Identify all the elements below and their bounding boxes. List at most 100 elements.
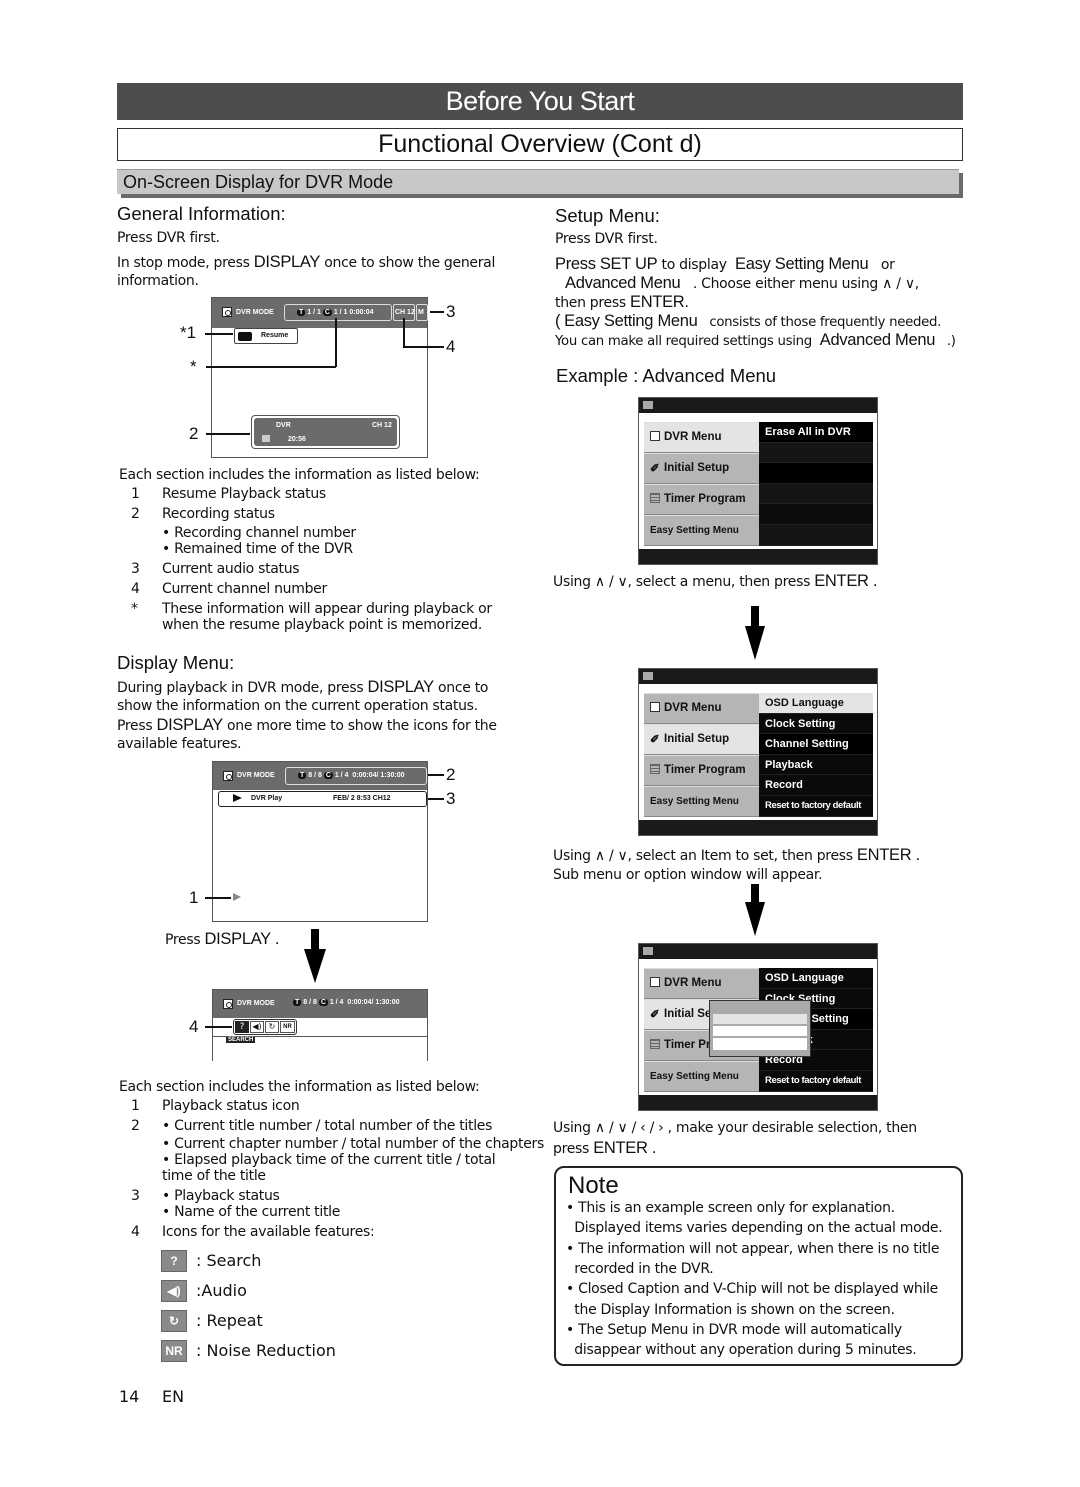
submenu-item-reset-factory[interactable]: Reset to factory default xyxy=(759,796,873,817)
option-item[interactable] xyxy=(713,1038,807,1050)
label: Easy Setting Menu xyxy=(650,1071,739,1082)
general-info-step1: Press DVR first. xyxy=(117,230,220,246)
display-menu-p3: Press DISPLAY one more time to show the … xyxy=(117,716,497,736)
callout-line xyxy=(403,346,444,348)
key-display: DISPLAY xyxy=(367,678,434,696)
text: During playback in DVR mode, press xyxy=(117,680,364,696)
submenu-item-empty xyxy=(759,442,873,464)
osd-mode-label: DVR MODE xyxy=(237,1000,275,1007)
osd-top-bar: DVR MODE T 8 / 8 C 1 / 4 0:00:04/ 1:30:0… xyxy=(213,762,427,790)
step-make-selection-line2: press ENTER . xyxy=(553,1139,657,1159)
dvr-mode-icon xyxy=(223,999,233,1009)
list-item: Playback status icon xyxy=(162,1098,300,1114)
menu-bottom-bar xyxy=(639,820,877,835)
search-icon[interactable]: ? xyxy=(235,1021,249,1033)
display-menu-p1: During playback in DVR mode, press DISPL… xyxy=(117,678,488,698)
osd-title-info: T 8 / 8 C 1 / 4 0:00:04/ 1:30:00 xyxy=(293,999,400,1006)
note-bullet: Displayed items varies depending on the … xyxy=(566,1220,943,1237)
wrench-icon: ✐ xyxy=(650,1009,660,1021)
menu-item-easy-setting[interactable]: Easy Setting Menu xyxy=(644,1061,759,1092)
step-select-menu: Using ∧ / ∨, select a menu, then press E… xyxy=(553,572,878,592)
title-badge: T xyxy=(298,772,307,779)
menu-item-easy-setting[interactable]: Easy Setting Menu xyxy=(644,786,759,817)
title-chapter-time-box: T 8 / 8 C 1 / 4 0:00:04/ 1:30:00 xyxy=(285,767,427,785)
callout-2: 2 xyxy=(189,424,199,443)
menu-item-dvr-menu[interactable]: DVR Menu xyxy=(644,968,759,999)
setup-line4: ( Easy Setting Menu consists of those fr… xyxy=(555,312,941,332)
text: . Choose either menu using ∧ / ∨, xyxy=(692,276,919,292)
osd-top-bar: DVR MODE T 1 / 1 C 1 / 1 0:00:04 CH 12 M xyxy=(212,298,428,328)
submenu-item-channel-setting[interactable]: Channel Setting xyxy=(759,734,873,755)
key-display: DISPLAY . xyxy=(204,930,280,948)
submenu-item-osd-language[interactable]: OSD Language xyxy=(759,968,873,989)
submenu-item-osd-language[interactable]: OSD Language xyxy=(759,693,873,714)
submenu-item-erase-all[interactable]: Erase All in DVR xyxy=(759,422,873,443)
menu-item-timer-program[interactable]: Timer Program xyxy=(644,484,759,515)
option-item-selected[interactable] xyxy=(713,1014,807,1026)
setup-menu-screen-2: DVR Menu ✐ Initial Setup Timer Program Ea… xyxy=(638,668,878,836)
menu-item-initial-setup[interactable]: ✐ Initial Setup xyxy=(644,453,759,484)
list-item: These information will appear during pla… xyxy=(162,601,492,617)
search-label: SEARCH xyxy=(226,1037,256,1043)
menu-item-initial-setup[interactable]: ✐ Initial Setup xyxy=(644,724,759,755)
osd-audio: M xyxy=(418,309,424,316)
osd-mode-label: DVR MODE xyxy=(237,772,275,779)
submenu-item-clock-setting[interactable]: Clock Setting xyxy=(759,714,873,735)
rec-channel: CH 12 xyxy=(372,422,392,429)
note-bullet: recorded in the DVR. xyxy=(566,1260,714,1277)
rec-icon xyxy=(262,435,270,442)
repeat-icon[interactable]: ↻ xyxy=(265,1021,279,1033)
menu-item-dvr-menu[interactable]: DVR Menu xyxy=(644,693,759,724)
callout-line xyxy=(205,333,233,335)
menu-right-list: Erase All in DVR xyxy=(759,422,873,546)
display-list-intro: Each section includes the information as… xyxy=(119,1079,480,1095)
display-menu-p4: available features. xyxy=(117,736,242,752)
menu-item-timer-program[interactable]: Timer Program xyxy=(644,755,759,786)
submenu-item-playback[interactable]: Playback xyxy=(759,755,873,776)
list-number: 4 xyxy=(131,1224,140,1240)
display-osd-screen: DVR MODE T 8 / 8 C 1 / 4 0:00:04/ 1:30:0… xyxy=(212,761,428,922)
note-box: Note • This is an example screen only fo… xyxy=(554,1166,963,1366)
audio-icon[interactable]: ◀) xyxy=(250,1021,264,1033)
recording-status-frame: DVR CH 12 20:56 xyxy=(251,415,400,449)
list-item: when the resume playback point is memori… xyxy=(162,617,482,633)
menu-bottom-bar xyxy=(639,1095,877,1110)
key-setup: SET UP xyxy=(599,255,658,273)
submenu-item-reset-factory[interactable]: Reset to factory default xyxy=(759,1071,873,1092)
osd-channel: CH 12 xyxy=(395,309,415,316)
option-item[interactable] xyxy=(713,1026,807,1038)
title-chapter-time-box: T 1 / 1 C 1 / 1 0:00:04 xyxy=(284,304,392,321)
key-enter: ENTER. xyxy=(630,293,689,311)
menu-item-dvr-menu[interactable]: DVR Menu xyxy=(644,422,759,453)
section-heading: On-Screen Display for DVR Mode xyxy=(117,169,959,194)
key-enter: ENTER . xyxy=(593,1139,657,1157)
key-enter: ENTER . xyxy=(856,846,920,864)
label: Easy Setting Menu xyxy=(650,525,739,536)
callout-line xyxy=(428,774,444,776)
audio-icon: ◀) xyxy=(161,1280,187,1302)
submenu-item-record[interactable]: Record xyxy=(759,775,873,796)
submenu-item-empty xyxy=(759,483,873,505)
note-title: Note xyxy=(568,1172,619,1199)
submenu-item-empty xyxy=(759,463,873,484)
option-advanced: Advanced Menu xyxy=(565,274,681,292)
noise-reduction-icon: NR xyxy=(161,1340,187,1362)
noise-reduction-icon[interactable]: NR xyxy=(280,1021,295,1033)
osd-title-info: T 8 / 8 C 1 / 4 0:00:04/ 1:30:00 xyxy=(298,772,405,779)
list-item: Icons for the available features: xyxy=(162,1224,375,1240)
step-select-item: Using ∧ / ∨, select an Item to set, then… xyxy=(553,846,920,866)
key-enter: ENTER . xyxy=(814,572,878,590)
note-bullet: • The Setup Menu in DVR mode will automa… xyxy=(566,1321,902,1338)
menu-item-easy-setting[interactable]: Easy Setting Menu xyxy=(644,515,759,546)
text: press xyxy=(553,1141,590,1157)
text: ( xyxy=(555,312,561,330)
list-number: 3 xyxy=(131,1188,140,1204)
current-title-name: FEB/ 2 8:53 CH12 xyxy=(333,795,391,802)
title-badge: T xyxy=(293,999,302,1006)
menu-icon xyxy=(643,672,653,680)
setup-step1: Press DVR first. xyxy=(555,231,658,247)
label: Timer Program xyxy=(664,764,746,776)
text: to display xyxy=(661,257,728,273)
label: DVR Menu xyxy=(664,431,722,443)
step-select-item-line2: Sub menu or option window will appear. xyxy=(553,867,823,883)
